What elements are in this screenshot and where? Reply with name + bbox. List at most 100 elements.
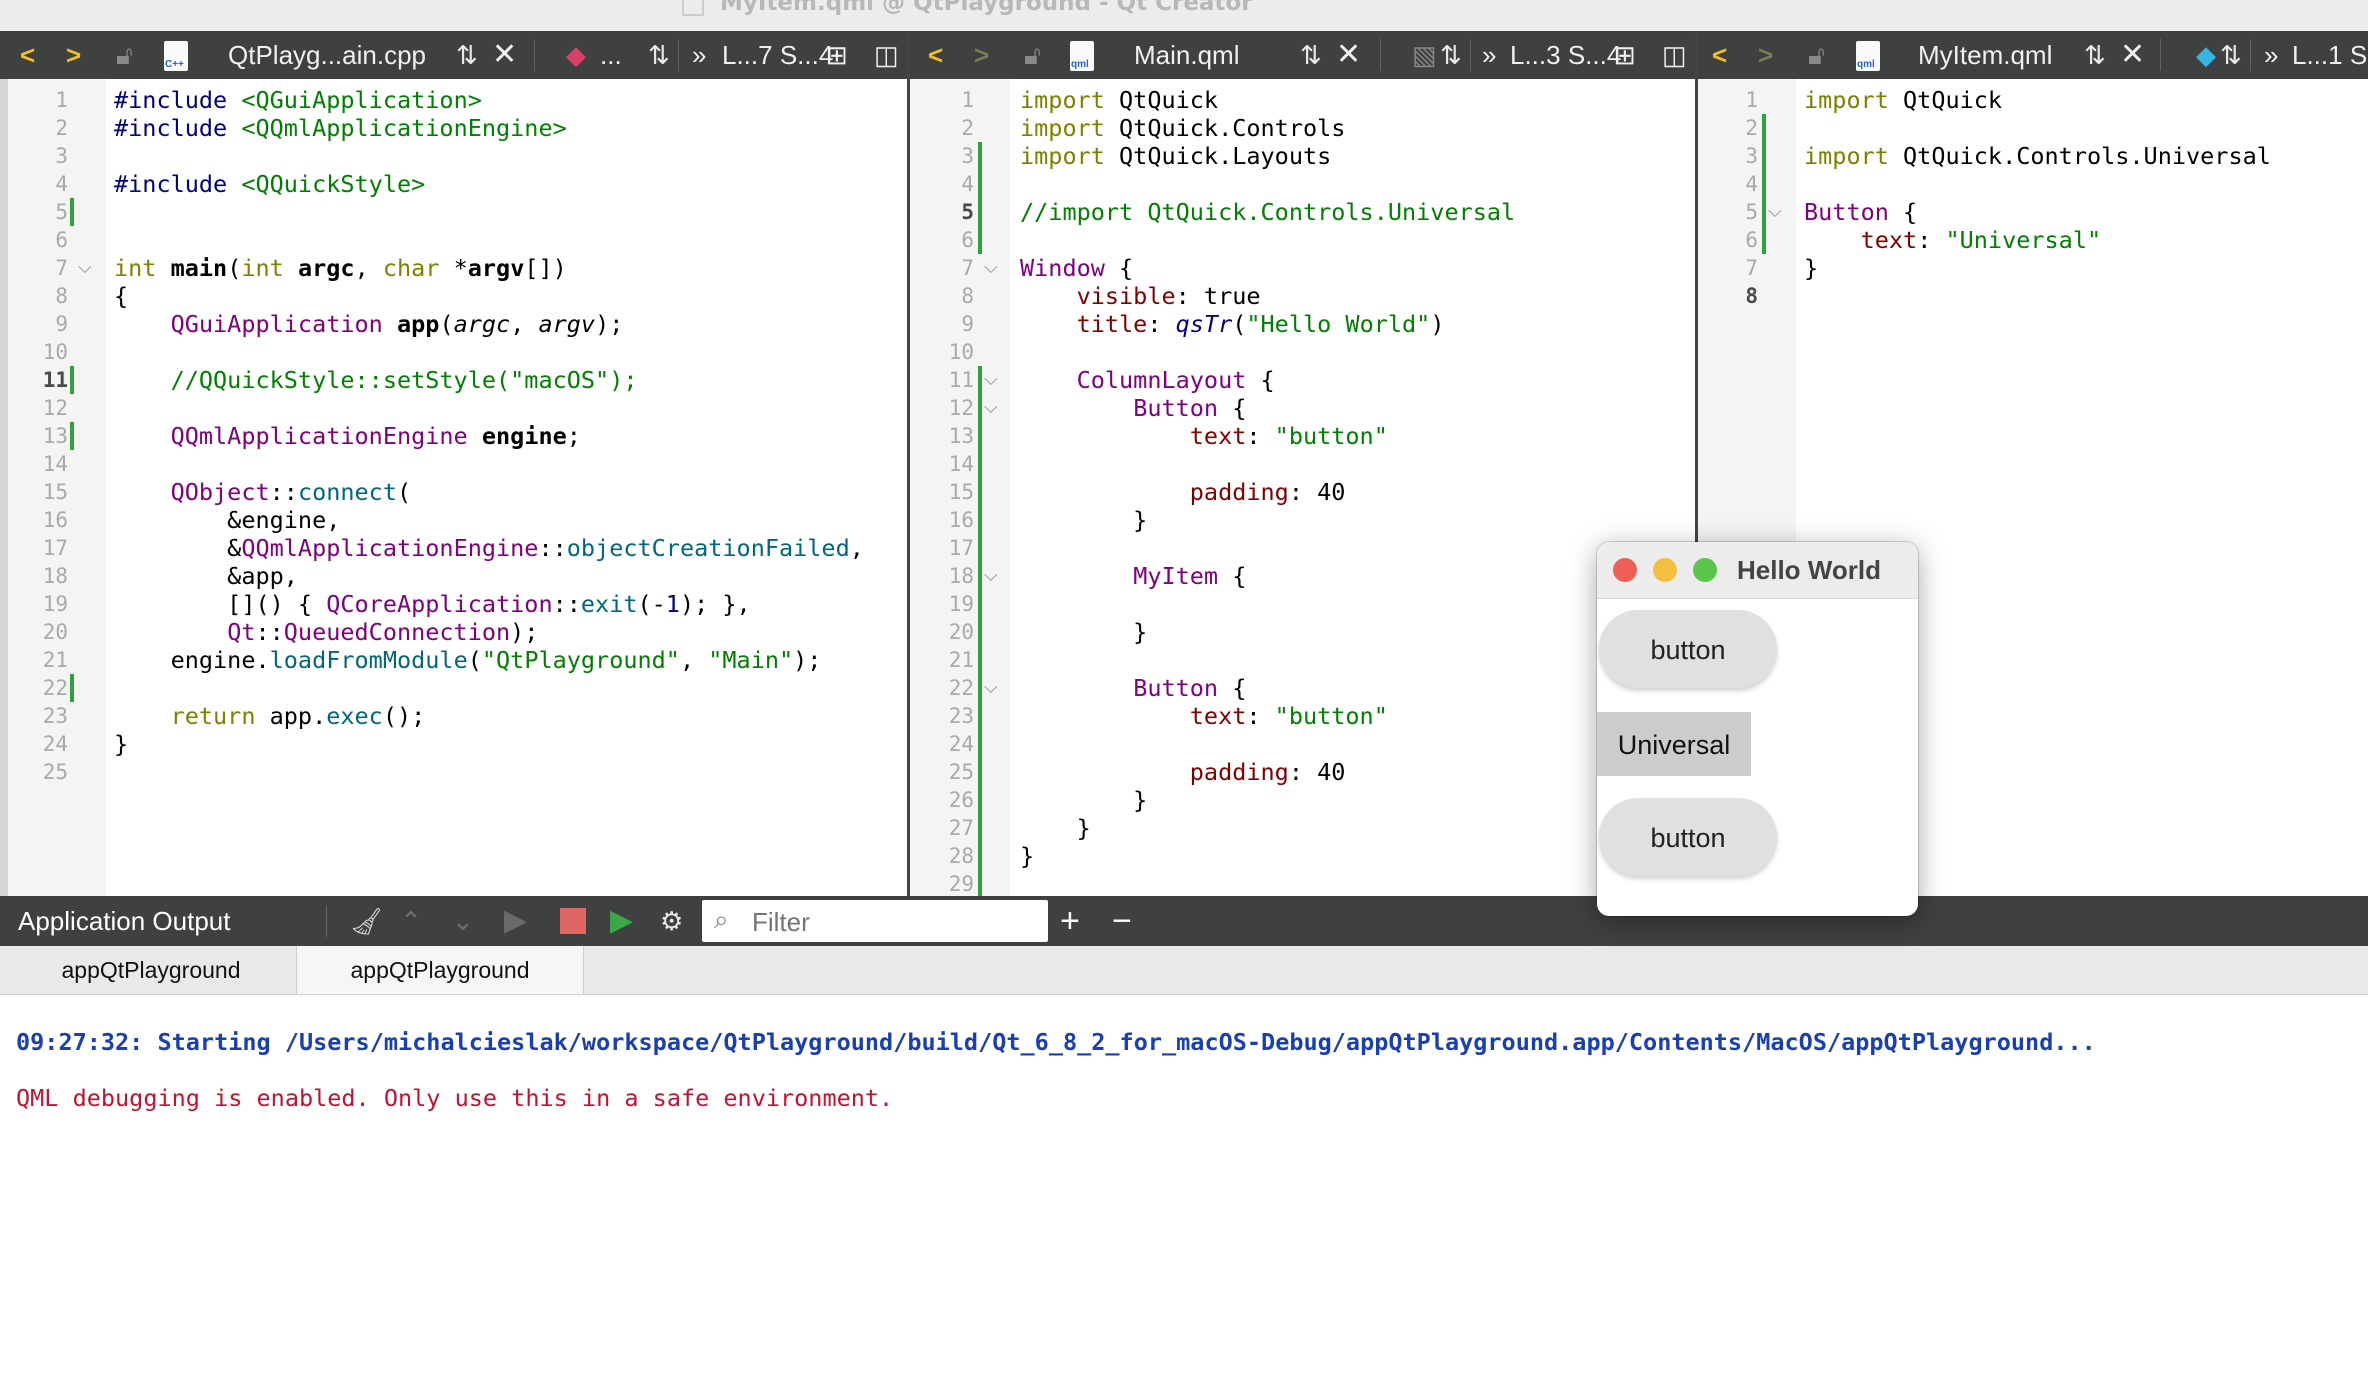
code-text[interactable]: import QtQuick import QtQuick.Controls.U… bbox=[1804, 86, 2271, 282]
forward-arrow-icon[interactable]: > bbox=[974, 31, 989, 79]
line-number: 10 bbox=[42, 340, 68, 364]
editor-file-name[interactable]: MyItem.qml bbox=[1918, 31, 2052, 79]
overflow-chevron-icon[interactable]: » bbox=[1482, 31, 1496, 79]
app-button-top[interactable]: button bbox=[1599, 610, 1777, 688]
line-number: 6 bbox=[1745, 228, 1758, 252]
back-arrow-icon[interactable]: < bbox=[20, 31, 35, 79]
close-window-icon[interactable] bbox=[1613, 558, 1637, 582]
line-number: 6 bbox=[55, 228, 68, 252]
filter-input[interactable] bbox=[750, 906, 1044, 938]
line-number: 1 bbox=[55, 88, 68, 112]
close-split-icon[interactable]: ◫ bbox=[1662, 31, 1687, 79]
minimize-window-icon[interactable] bbox=[1653, 558, 1677, 582]
cursor-position[interactable]: L...1 S... bbox=[2292, 31, 2368, 79]
line-number: 14 bbox=[948, 452, 974, 476]
line-number: 25 bbox=[42, 760, 68, 784]
remove-icon[interactable]: − bbox=[1112, 896, 1132, 946]
hello-world-window[interactable]: Hello World button Universal button bbox=[1597, 542, 1918, 916]
fold-chevron-icon[interactable]: ⌵ bbox=[984, 397, 998, 418]
close-editor-icon[interactable]: ✕ bbox=[1336, 31, 1361, 79]
line-number: 3 bbox=[1745, 144, 1758, 168]
line-number: 1 bbox=[961, 88, 974, 112]
fold-chevron-icon[interactable]: ⌵ bbox=[984, 257, 998, 278]
symbol-icon: ◆ bbox=[2196, 40, 2216, 70]
symbol-chooser-arrows-icon[interactable]: ⇅ bbox=[648, 31, 670, 79]
symbol-icon: ▧ bbox=[1412, 40, 1437, 70]
line-number: 4 bbox=[1745, 172, 1758, 196]
overflow-chevron-icon[interactable]: » bbox=[692, 31, 706, 79]
line-number: 2 bbox=[1745, 116, 1758, 140]
add-icon[interactable]: + bbox=[1060, 896, 1080, 946]
cursor-position[interactable]: L...7 S...4 bbox=[722, 31, 833, 79]
lock-icon[interactable]: 🔓︎ bbox=[1024, 31, 1041, 79]
run-icon[interactable]: ▶ bbox=[504, 896, 527, 946]
code-text[interactable]: import QtQuick import QtQuick.Controls i… bbox=[1020, 86, 1515, 870]
file-chooser-arrows-icon[interactable]: ⇅ bbox=[2084, 31, 2106, 79]
modified-marker bbox=[70, 366, 74, 394]
line-number: 9 bbox=[961, 312, 974, 336]
line-number: 15 bbox=[42, 480, 68, 504]
line-numbers: 1 2 3 4 5 6 7 8 9 10 11 12 13 14 15 16 17 18 19 20 21 22 23 24 2… bbox=[8, 86, 68, 786]
line-number: 8 bbox=[961, 284, 974, 308]
cursor-position[interactable]: L...3 S...4 bbox=[1510, 31, 1621, 79]
fold-chevron-icon[interactable]: ⌵ bbox=[984, 369, 998, 390]
close-editor-icon[interactable]: ✕ bbox=[2120, 31, 2145, 79]
zoom-window-icon[interactable] bbox=[1693, 558, 1717, 582]
close-editor-icon[interactable]: ✕ bbox=[492, 31, 517, 79]
universal-button[interactable]: Universal bbox=[1597, 712, 1751, 776]
split-editor-icon[interactable]: ⊞ bbox=[826, 31, 848, 79]
output-line-start: 09:27:32: Starting /Users/michalcieslak/… bbox=[16, 1028, 2096, 1056]
line-number: 18 bbox=[948, 564, 974, 588]
file-chooser-arrows-icon[interactable]: ⇅ bbox=[456, 31, 478, 79]
fold-chevron-icon[interactable]: ⌵ bbox=[984, 677, 998, 698]
modified-marker bbox=[978, 142, 982, 254]
next-item-icon[interactable]: ⌄ bbox=[452, 896, 474, 946]
output-tab[interactable]: appQtPlayground bbox=[8, 946, 294, 994]
output-log[interactable]: 09:27:32: Starting /Users/michalcieslak/… bbox=[16, 1000, 2096, 1140]
forward-arrow-icon[interactable]: > bbox=[1758, 31, 1773, 79]
fold-chevron-icon[interactable]: ⌵ bbox=[78, 257, 92, 278]
fold-chevron-icon[interactable]: ⌵ bbox=[984, 565, 998, 586]
lock-icon[interactable]: 🔓︎ bbox=[116, 31, 133, 79]
lock-icon[interactable]: 🔓︎ bbox=[1808, 31, 1825, 79]
editor-file-name[interactable]: Main.qml bbox=[1134, 31, 1239, 79]
modified-marker bbox=[70, 674, 74, 702]
code-text[interactable]: #include <QGuiApplication> #include <QQm… bbox=[114, 86, 864, 758]
line-number: 22 bbox=[948, 676, 974, 700]
editor-pane-main-qml[interactable]: 1 2 3 4 5 6 7 8 9 10 11 12 13 14 15 16 17 18 19 20 21 22 23 24 2… bbox=[910, 79, 1695, 896]
clear-output-icon[interactable]: 🧹︎ bbox=[350, 896, 383, 946]
overflow-chevron-icon[interactable]: » bbox=[2264, 31, 2278, 79]
file-chooser-arrows-icon[interactable]: ⇅ bbox=[1300, 31, 1322, 79]
previous-item-icon[interactable]: ⌃ bbox=[400, 896, 422, 946]
fold-chevron-icon[interactable]: ⌵ bbox=[1768, 201, 1782, 222]
symbol-selector[interactable]: ... bbox=[600, 31, 622, 79]
stop-icon[interactable] bbox=[560, 908, 586, 934]
output-tab-active[interactable]: appQtPlayground bbox=[296, 946, 584, 994]
forward-arrow-icon[interactable]: > bbox=[66, 31, 81, 79]
settings-gear-icon[interactable]: ⚙ bbox=[660, 896, 683, 946]
line-number: 3 bbox=[961, 144, 974, 168]
close-split-icon[interactable]: ◫ bbox=[874, 31, 899, 79]
editor-file-name[interactable]: QtPlayg...ain.cpp bbox=[228, 31, 426, 79]
back-arrow-icon[interactable]: < bbox=[928, 31, 943, 79]
line-number: 10 bbox=[948, 340, 974, 364]
debug-run-icon[interactable]: ▶ bbox=[610, 896, 633, 946]
line-number: 21 bbox=[948, 648, 974, 672]
app-window-titlebar[interactable]: Hello World bbox=[1597, 542, 1918, 599]
line-number: 9 bbox=[55, 312, 68, 336]
output-tabs: appQtPlayground appQtPlayground bbox=[0, 946, 2368, 995]
line-number: 5 bbox=[961, 200, 974, 224]
editor-pane-cpp[interactable]: 1 2 3 4 5 6 7 8 9 10 11 12 13 14 15 16 17 18 19 20 21 22 23 24 2… bbox=[8, 79, 907, 896]
symbol-chooser-arrows-icon[interactable]: ⇅ bbox=[1440, 31, 1462, 79]
editor-toolbar-3: < > 🔓︎ qml MyItem.qml ⇅ ✕ ◆ ⇅ » L...1 S.… bbox=[1698, 31, 2368, 79]
line-number: 28 bbox=[948, 844, 974, 868]
line-number: 20 bbox=[948, 620, 974, 644]
app-button-bottom[interactable]: button bbox=[1599, 798, 1777, 876]
symbol-chooser-arrows-icon[interactable]: ⇅ bbox=[2220, 31, 2242, 79]
back-arrow-icon[interactable]: < bbox=[1712, 31, 1727, 79]
split-editor-icon[interactable]: ⊞ bbox=[1614, 31, 1636, 79]
line-number: 17 bbox=[42, 536, 68, 560]
line-number: 17 bbox=[948, 536, 974, 560]
filter-box[interactable]: ⌕ bbox=[702, 900, 1048, 942]
line-number: 15 bbox=[948, 480, 974, 504]
